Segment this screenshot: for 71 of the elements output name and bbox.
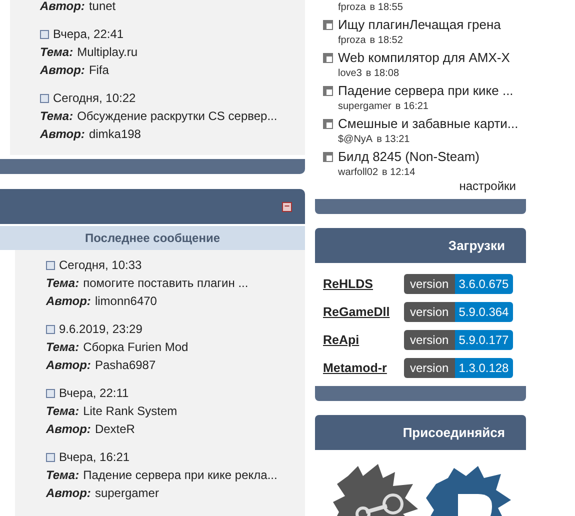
author-label: Автор: — [40, 126, 85, 143]
panel-title: Присоединяйся — [402, 424, 505, 442]
user-link[interactable]: supergamer — [338, 99, 392, 115]
post-time: в 18:55 — [370, 1, 403, 15]
splash-logo-icon[interactable] — [426, 464, 511, 516]
topic-icon — [323, 20, 333, 30]
topic-label: Тема: — [40, 108, 74, 125]
author-label: Автор: — [46, 421, 91, 438]
topic-icon — [323, 53, 333, 63]
post-date: Сегодня, 10:33 — [59, 257, 142, 274]
topic-label: Тема: — [46, 467, 80, 484]
download-link[interactable]: ReApi — [323, 330, 404, 350]
author-link[interactable]: supergamer — [94, 484, 159, 502]
column-heading: Последнее сообщение — [85, 230, 220, 247]
topic-label: Тема: — [40, 44, 74, 61]
settings-link[interactable]: настройки — [459, 177, 516, 195]
topic-link[interactable]: Сборка Furien Mod — [83, 338, 188, 356]
topic-icon — [323, 119, 333, 129]
author-link[interactable]: DexteR — [94, 420, 135, 438]
author-link[interactable]: tunet — [88, 0, 116, 15]
post-time: в 12:14 — [382, 166, 416, 180]
post-date: Вчера, 16:21 — [59, 449, 130, 466]
post-date: Вчера, 22:41 — [53, 26, 124, 43]
topic-link[interactable]: Обсуждение раскрутки CS сервер... — [77, 107, 278, 125]
author-link[interactable]: Pasha6987 — [94, 356, 156, 374]
author-link[interactable]: limonn6470 — [94, 292, 157, 310]
post-date: 9.6.2019, 23:29 — [59, 321, 142, 338]
post-icon — [46, 388, 55, 398]
topic-label: Тема: — [46, 339, 80, 356]
topic-link[interactable]: Падение сервера при кике ... — [338, 83, 514, 99]
author-label: Автор: — [46, 485, 91, 502]
post-date: Сегодня, 10:22 — [53, 90, 136, 107]
topic-link[interactable]: Ищу плагинЛечащая грена — [338, 17, 501, 33]
author-label: Автор: — [40, 62, 85, 79]
author-link[interactable]: dimka198 — [88, 125, 141, 143]
post-icon — [40, 94, 49, 102]
author-label: Автор: — [40, 0, 85, 15]
author-link[interactable]: Fifa — [88, 61, 109, 79]
post-time: в 18:08 — [366, 67, 400, 81]
topic-label: Тема: — [46, 403, 80, 420]
splash-logo-icon[interactable] — [333, 464, 418, 516]
download-link[interactable]: ReHLDS — [323, 274, 404, 294]
author-label: Автор: — [46, 293, 91, 310]
topic-link[interactable]: Multiplay.ru — [77, 43, 138, 61]
download-link[interactable]: ReGameDll — [323, 302, 404, 322]
author-label: Автор: — [46, 357, 91, 374]
topic-link[interactable]: Lite Rank System — [83, 402, 178, 420]
topic-link[interactable]: Смешные и забавные карти... — [338, 116, 518, 132]
panel-title: Загрузки — [448, 236, 505, 255]
topic-link[interactable]: Web компилятор для AMX-X — [338, 50, 510, 66]
topic-icon — [323, 86, 333, 96]
download-link[interactable]: Metamod-r — [323, 358, 404, 378]
topic-link[interactable]: Падение сервера при кике рекла... — [83, 466, 278, 484]
post-icon — [46, 260, 55, 270]
topic-link[interactable]: помогите поставить плагин ... — [83, 274, 248, 292]
post-time: в 16:21 — [395, 100, 428, 114]
post-icon — [46, 324, 55, 334]
post-date: Вчера, 22:11 — [59, 385, 129, 402]
post-icon — [40, 30, 49, 38]
user-link[interactable]: warfoll02 — [338, 165, 378, 181]
user-link[interactable]: $@NyA — [338, 132, 373, 148]
topic-link[interactable]: Билд 8245 (Non-Steam) — [338, 149, 480, 165]
topic-label: Тема: — [46, 275, 80, 292]
post-time: в 18:52 — [370, 34, 403, 48]
user-link[interactable]: fproza — [338, 0, 366, 16]
topic-icon — [323, 152, 333, 162]
post-icon — [46, 452, 55, 462]
user-link[interactable]: love3 — [338, 66, 362, 82]
post-time: в 13:21 — [376, 133, 410, 147]
user-link[interactable]: fproza — [338, 33, 366, 49]
collapse-button[interactable]: − — [282, 202, 292, 212]
